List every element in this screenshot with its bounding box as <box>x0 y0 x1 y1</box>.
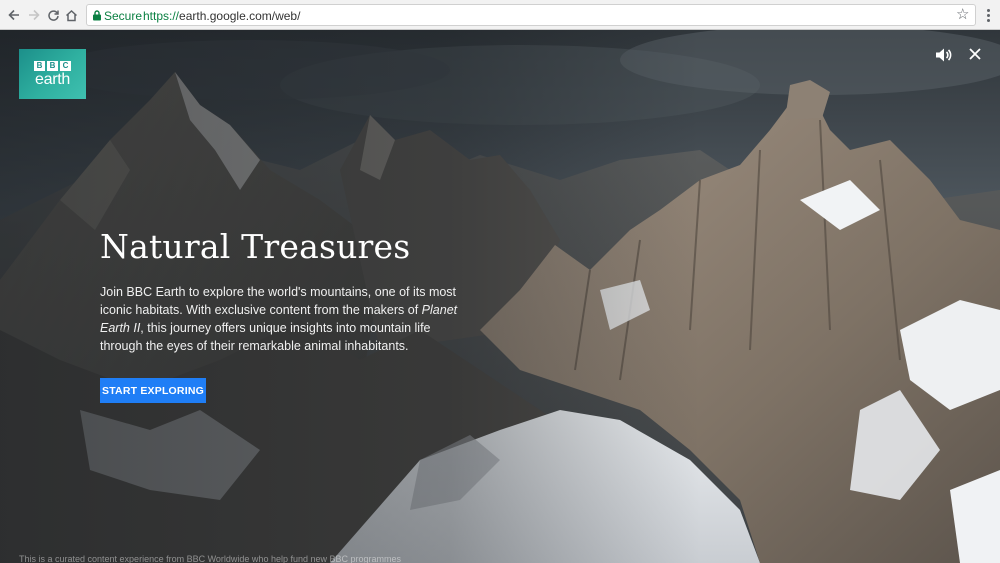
footer-disclaimer: This is a curated content experience fro… <box>19 554 402 563</box>
page-title: Natural Treasures <box>100 227 411 266</box>
reload-icon[interactable] <box>43 5 63 25</box>
bbc-earth-logo[interactable]: B B C earth <box>19 49 86 99</box>
logo-letter: B <box>47 60 58 71</box>
browser-toolbar: Secure https://earth.google.com/web/ ☆ <box>0 0 1000 30</box>
start-exploring-button[interactable]: START EXPLORING <box>100 378 206 403</box>
star-icon[interactable]: ☆ <box>956 5 969 25</box>
lock-icon <box>93 10 101 21</box>
logo-letter: C <box>60 60 71 71</box>
bbc-blocks: B B C <box>34 60 71 71</box>
close-icon[interactable] <box>967 46 983 62</box>
hero-section: B B C earth Natural Treasures Join BBC E… <box>0 30 1000 563</box>
speaker-icon[interactable] <box>935 47 953 63</box>
logo-wordmark: earth <box>35 70 70 88</box>
desc-text-start: Join BBC Earth to explore the world's mo… <box>100 285 457 317</box>
forward-arrow-icon[interactable] <box>24 5 44 25</box>
menu-dots-icon[interactable] <box>983 5 993 25</box>
hero-description: Join BBC Earth to explore the world's mo… <box>100 283 460 355</box>
home-icon[interactable] <box>61 5 81 25</box>
secure-label: Secure <box>104 9 143 23</box>
desc-text-end: , this journey offers unique insights in… <box>100 321 431 353</box>
url-scheme: https:// <box>143 9 180 23</box>
address-bar[interactable]: Secure https://earth.google.com/web/ <box>86 4 976 26</box>
url-host-path: earth.google.com/web/ <box>179 9 301 23</box>
url-text: https://earth.google.com/web/ <box>143 9 300 23</box>
logo-letter: B <box>34 60 45 71</box>
back-arrow-icon[interactable] <box>4 5 24 25</box>
